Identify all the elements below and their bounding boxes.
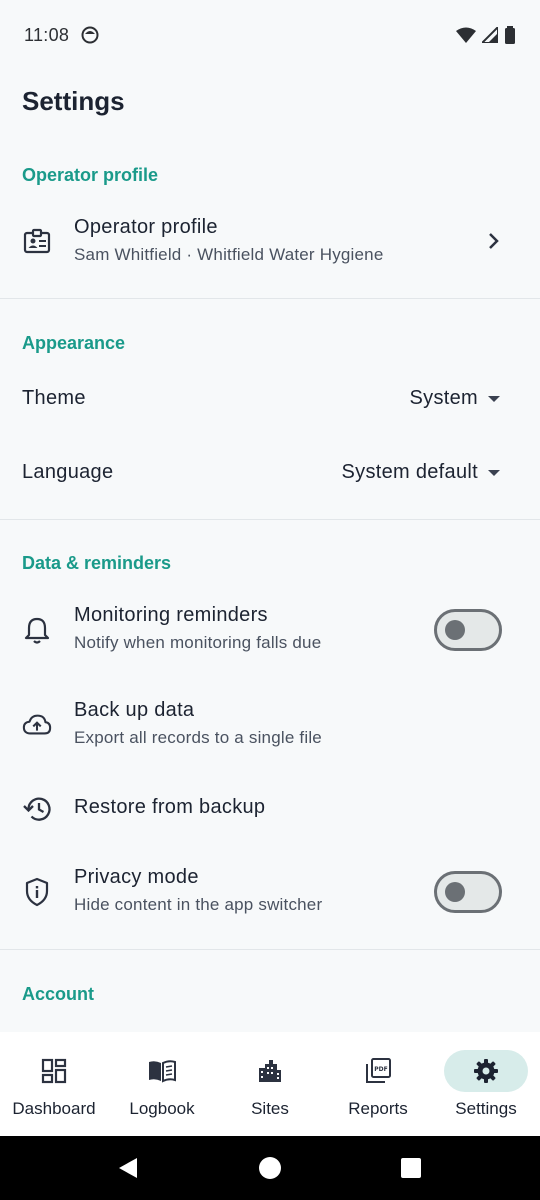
nav-pill: [12, 1050, 96, 1092]
nav-pill: [120, 1050, 204, 1092]
backup-data-title: Back up data: [74, 699, 195, 721]
svg-text:PDF: PDF: [374, 1066, 387, 1073]
restore-backup-row[interactable]: Restore from backup: [0, 782, 540, 836]
section-header-account: Account: [22, 984, 94, 1004]
nav-item-sites[interactable]: Sites: [216, 1032, 324, 1136]
nav-item-reports[interactable]: PDF Reports: [324, 1032, 432, 1136]
nav-label-dashboard: Dashboard: [12, 1099, 96, 1118]
theme-row[interactable]: Theme System: [0, 372, 540, 428]
nav-item-dashboard[interactable]: Dashboard: [0, 1032, 108, 1136]
home-icon[interactable]: [259, 1157, 281, 1179]
theme-label: Theme: [22, 387, 86, 409]
theme-dropdown[interactable]: System: [410, 387, 500, 410]
privacy-mode-title: Privacy mode: [74, 866, 199, 888]
operator-profile-row[interactable]: Operator profile Sam Whitfield · Whitfie…: [0, 200, 540, 284]
caret-down-icon: [488, 469, 500, 476]
backup-data-row[interactable]: Back up data Export all records to a sin…: [0, 685, 540, 765]
bottom-navigation: Dashboard Logbook Sites PDF Reports Sett…: [0, 1032, 540, 1136]
monitoring-reminders-row[interactable]: Monitoring reminders Notify when monitor…: [0, 590, 540, 670]
dashboard-icon: [41, 1058, 67, 1084]
nav-pill: PDF: [336, 1050, 420, 1092]
language-label: Language: [22, 461, 114, 483]
toggle-knob: [445, 620, 465, 640]
system-navigation-bar: [0, 1136, 540, 1200]
nav-pill: [228, 1050, 312, 1092]
chevron-right-icon: [489, 233, 499, 249]
language-row[interactable]: Language System default: [0, 446, 540, 502]
section-header-appearance: Appearance: [22, 333, 126, 353]
privacy-mode-toggle[interactable]: [434, 871, 502, 913]
monitoring-reminders-subtitle: Notify when monitoring falls due: [74, 633, 322, 652]
nav-item-logbook[interactable]: Logbook: [108, 1032, 216, 1136]
backup-data-subtitle: Export all records to a single file: [74, 728, 322, 747]
recents-icon[interactable]: [401, 1158, 421, 1178]
shield-info-icon: [22, 877, 52, 907]
divider: [0, 519, 540, 520]
caret-down-icon: [488, 395, 500, 402]
language-dropdown[interactable]: System default: [341, 461, 500, 484]
monitoring-reminders-toggle[interactable]: [434, 609, 502, 651]
nav-label-logbook: Logbook: [129, 1099, 195, 1118]
history-icon: [22, 794, 52, 824]
nav-label-settings: Settings: [455, 1099, 517, 1118]
divider: [0, 949, 540, 950]
restore-backup-title: Restore from backup: [74, 796, 266, 818]
gear-icon: [474, 1059, 498, 1083]
nav-item-settings[interactable]: Settings: [432, 1032, 540, 1136]
wifi-icon: [456, 27, 476, 43]
section-header-operator-profile: Operator profile: [22, 165, 159, 185]
monitoring-reminders-title: Monitoring reminders: [74, 604, 268, 626]
privacy-mode-subtitle: Hide content in the app switcher: [74, 895, 323, 914]
status-time: 11:08: [24, 24, 70, 45]
back-icon[interactable]: [117, 1157, 139, 1179]
buildings-icon: [259, 1060, 281, 1082]
nav-label-reports: Reports: [348, 1099, 408, 1118]
privacy-mode-row[interactable]: Privacy mode Hide content in the app swi…: [0, 852, 540, 932]
id-badge-icon: [22, 227, 52, 257]
status-bar: 11:08: [0, 0, 540, 70]
bell-icon: [22, 615, 52, 645]
signal-icon: [482, 27, 498, 43]
language-value: System default: [341, 461, 478, 483]
toggle-knob: [445, 882, 465, 902]
pdf-icon: PDF: [366, 1058, 391, 1083]
book-icon: [149, 1060, 176, 1083]
operator-profile-title: Operator profile: [74, 216, 218, 238]
page-title: Settings: [22, 86, 125, 116]
cloud-upload-icon: [22, 710, 52, 740]
section-header-data-reminders: Data & reminders: [22, 553, 172, 573]
divider: [0, 298, 540, 299]
nav-label-sites: Sites: [251, 1099, 289, 1118]
nav-pill-active: [444, 1050, 528, 1092]
app-notification-icon: [81, 26, 99, 44]
battery-icon: [505, 26, 515, 44]
theme-value: System: [409, 387, 478, 409]
operator-profile-subtitle: Sam Whitfield · Whitfield Water Hygiene: [74, 245, 384, 264]
